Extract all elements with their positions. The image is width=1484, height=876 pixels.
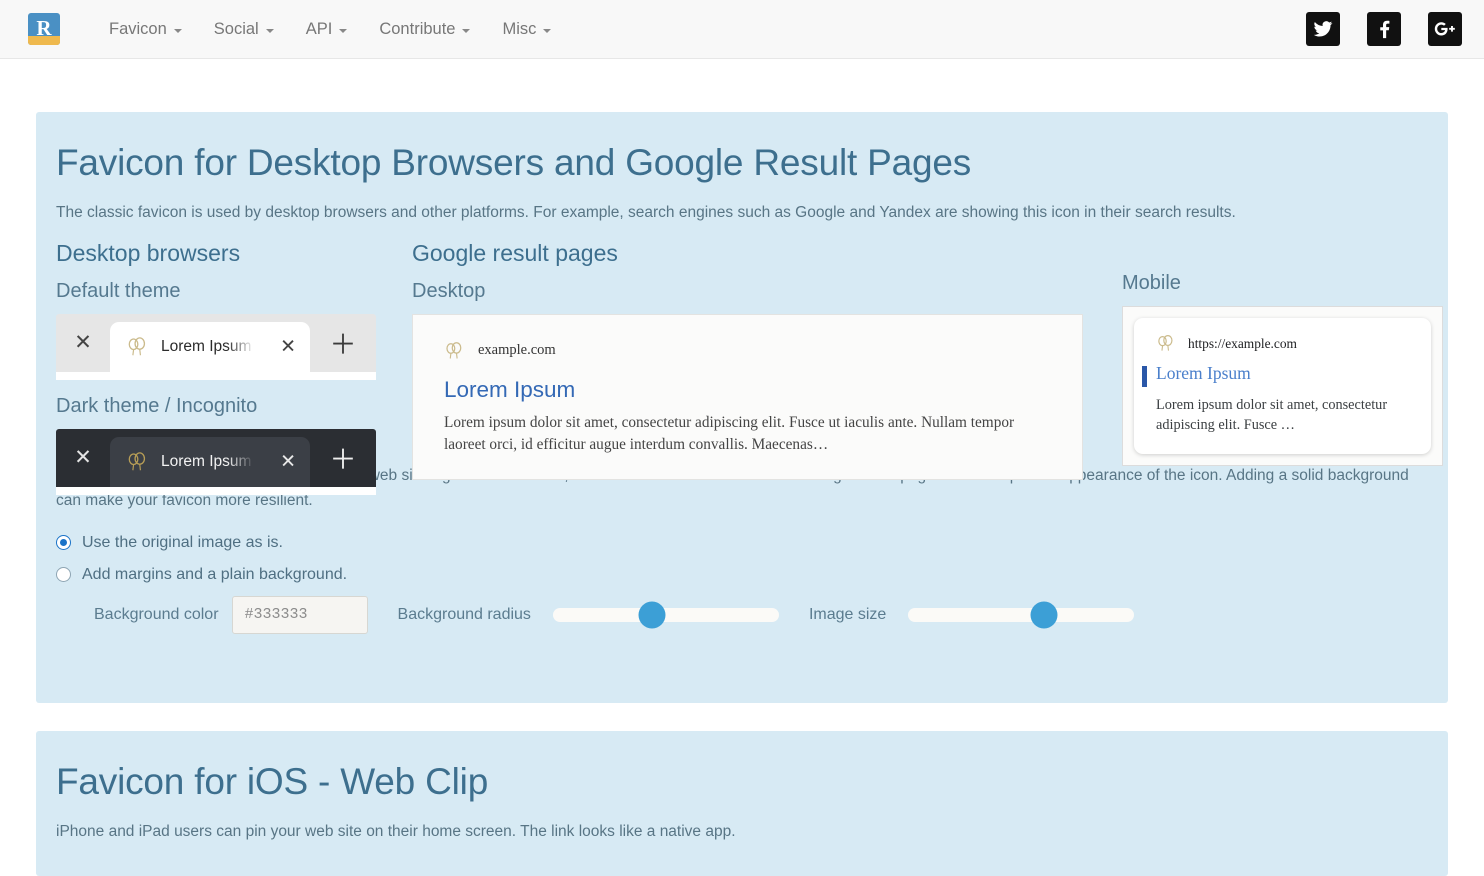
tab-close-icon[interactable]: ✕ <box>280 335 296 358</box>
background-options-group: Use the original image as is. Add margin… <box>36 534 1448 584</box>
google-mobile-label: Mobile <box>1122 271 1447 295</box>
nav-item-misc[interactable]: Misc <box>486 0 567 59</box>
background-radius-label: Background radius <box>398 606 531 624</box>
balloon-favicon-icon <box>1156 334 1175 353</box>
image-size-label: Image size <box>809 606 886 624</box>
mobile-result-url: https://example.com <box>1188 336 1297 352</box>
default-theme-label: Default theme <box>56 279 416 303</box>
nav-item-label: Social <box>214 20 259 39</box>
browser-tab-dark[interactable]: Lorem Ipsum ✕ <box>110 437 310 487</box>
chevron-down-icon <box>339 29 347 33</box>
balloon-favicon-icon <box>444 341 464 361</box>
chevron-down-icon <box>174 29 182 33</box>
radio-add-margins[interactable] <box>56 567 71 582</box>
top-navbar: R Favicon Social API Contribute Misc <box>0 0 1484 59</box>
logo-letter: R <box>36 18 51 39</box>
dark-theme-label: Dark theme / Incognito <box>56 394 416 418</box>
nav-item-api[interactable]: API <box>290 0 364 59</box>
window-close-icon[interactable]: ✕ <box>56 429 110 487</box>
facebook-icon[interactable] <box>1367 12 1401 46</box>
chevron-down-icon <box>462 29 470 33</box>
google-mobile-column: Mobile https://example.com <box>1122 271 1447 466</box>
nav-item-label: Favicon <box>109 20 167 39</box>
option-label: Add margins and a plain background. <box>82 566 347 584</box>
google-mobile-result-card: https://example.com Lorem Ipsum Lorem ip… <box>1134 318 1431 454</box>
balloon-favicon-icon <box>126 336 148 358</box>
mobile-title-accent-bar <box>1142 366 1147 387</box>
ios-webclip-panel: Favicon for iOS - Web Clip iPhone and iP… <box>36 731 1448 876</box>
ios-panel-title: Favicon for iOS - Web Clip <box>36 731 1448 804</box>
nav-item-label: Misc <box>502 20 536 39</box>
background-radius-slider-thumb[interactable] <box>639 601 666 628</box>
social-links <box>1306 12 1462 46</box>
nav-item-favicon[interactable]: Favicon <box>93 0 198 59</box>
google-result-url: example.com <box>478 342 556 359</box>
desktop-browsers-column: Desktop browsers Default theme ✕ Lorem I… <box>56 240 416 495</box>
tabbar-underline-light <box>56 372 376 380</box>
panel-description: The classic favicon is used by desktop b… <box>36 185 1448 224</box>
google-results-column: Google result pages Desktop example.com … <box>412 240 1102 480</box>
twitter-icon[interactable] <box>1306 12 1340 46</box>
radio-original-image[interactable] <box>56 535 71 550</box>
background-color-input[interactable] <box>232 596 368 634</box>
background-radius-slider[interactable] <box>553 608 779 622</box>
page-title: Favicon for Desktop Browsers and Google … <box>36 112 1448 185</box>
tabbar-underline-dark <box>56 487 376 495</box>
nav-item-label: Contribute <box>379 20 455 39</box>
desktop-browsers-heading: Desktop browsers <box>56 240 416 268</box>
google-result-snippet: Lorem ipsum dolor sit amet, consectetur … <box>444 412 1054 456</box>
google-plus-icon[interactable] <box>1428 12 1462 46</box>
background-color-label: Background color <box>94 606 219 624</box>
google-result-title[interactable]: Lorem Ipsum <box>444 378 1056 403</box>
option-add-margins[interactable]: Add margins and a plain background. <box>56 566 1448 584</box>
nav-item-social[interactable]: Social <box>198 0 290 59</box>
chevron-down-icon <box>266 29 274 33</box>
image-size-slider[interactable] <box>908 608 1134 622</box>
balloon-favicon-icon <box>126 451 148 473</box>
desktop-favicon-panel: Favicon for Desktop Browsers and Google … <box>36 112 1448 703</box>
site-logo[interactable]: R <box>28 13 60 45</box>
nav-item-label: API <box>306 20 333 39</box>
google-site-row: example.com <box>444 341 1056 361</box>
tab-close-icon[interactable]: ✕ <box>280 450 296 473</box>
option-original-image[interactable]: Use the original image as is. <box>56 534 1448 552</box>
browser-tab-title: Lorem Ipsum <box>161 453 257 471</box>
nav-links: Favicon Social API Contribute Misc <box>93 0 567 59</box>
option-label: Use the original image as is. <box>82 534 283 552</box>
browser-tab-title: Lorem Ipsum <box>161 338 257 356</box>
browser-tabbar-light: ✕ Lorem Ipsum ✕ ＋ <box>56 314 376 372</box>
new-tab-icon[interactable]: ＋ <box>310 314 376 372</box>
google-results-heading: Google result pages <box>412 240 1102 268</box>
browser-tab-light[interactable]: Lorem Ipsum ✕ <box>110 322 310 372</box>
google-desktop-result-card: example.com Lorem Ipsum Lorem ipsum dolo… <box>412 314 1083 480</box>
background-controls-row: Background color Background radius Image… <box>36 596 1448 634</box>
chevron-down-icon <box>543 29 551 33</box>
mobile-result-snippet: Lorem ipsum dolor sit amet, consectetur … <box>1156 395 1415 436</box>
browser-tabbar-dark: ✕ Lorem Ipsum ✕ ＋ <box>56 429 376 487</box>
google-mobile-result-frame: https://example.com Lorem Ipsum Lorem ip… <box>1122 306 1443 466</box>
window-close-icon[interactable]: ✕ <box>56 314 110 372</box>
mobile-result-title[interactable]: Lorem Ipsum <box>1156 363 1251 384</box>
google-desktop-label: Desktop <box>412 279 1102 303</box>
nav-item-contribute[interactable]: Contribute <box>363 0 486 59</box>
image-size-slider-thumb[interactable] <box>1030 601 1057 628</box>
preview-columns: Desktop browsers Default theme ✕ Lorem I… <box>36 240 1448 460</box>
mobile-title-row: Lorem Ipsum <box>1156 363 1415 384</box>
mobile-site-row: https://example.com <box>1156 334 1415 353</box>
ios-panel-description: iPhone and iPad users can pin your web s… <box>36 804 1448 843</box>
new-tab-icon[interactable]: ＋ <box>310 429 376 487</box>
